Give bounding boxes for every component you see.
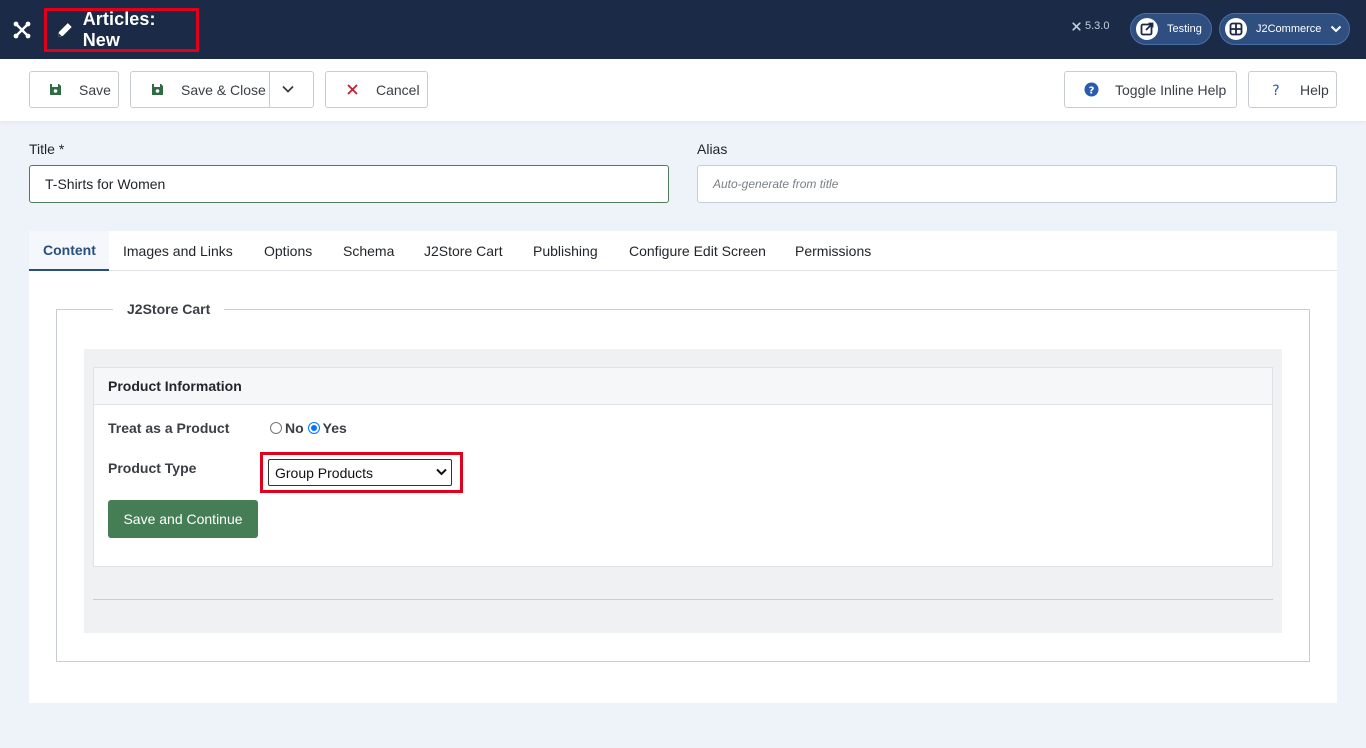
grid-icon: [1229, 22, 1243, 36]
save-close-button[interactable]: Save & Close: [130, 71, 314, 108]
floppy-icon: [151, 84, 163, 95]
product-type-label: Product Type: [108, 460, 197, 476]
treat-as-product-radios: No Yes: [270, 420, 347, 436]
pencil-icon: [57, 23, 72, 37]
tab-j2store-cart[interactable]: J2Store Cart: [424, 231, 503, 271]
site-label: Testing: [1167, 23, 1202, 35]
joomla-icon: [13, 21, 31, 38]
radio-no-label: No: [285, 420, 304, 436]
title-label: Title *: [29, 141, 65, 157]
floppy-icon: [49, 84, 61, 95]
chevron-down-icon: [1331, 25, 1342, 33]
top-header: Articles: New 5.3.0 Testing J2Commerce: [0, 0, 1366, 59]
alias-placeholder: Auto-generate from title: [713, 177, 839, 191]
version-label: 5.3.0: [1085, 20, 1110, 32]
radio-no[interactable]: [270, 422, 282, 434]
cancel-label: Cancel: [376, 81, 420, 98]
alias-input[interactable]: Auto-generate from title: [697, 165, 1337, 203]
title-value: T-Shirts for Women: [45, 176, 166, 192]
question-icon: ?: [1272, 83, 1279, 97]
user-menu-button[interactable]: J2Commerce: [1219, 13, 1350, 45]
svg-text:?: ?: [1088, 86, 1094, 97]
toggle-help-label: Toggle Inline Help: [1115, 81, 1227, 98]
fieldset-legend: J2Store Cart: [113, 301, 225, 317]
radio-yes[interactable]: [307, 422, 320, 434]
tab-bar: Content Images and Links Options Schema …: [29, 231, 1337, 271]
chevron-down-icon: [436, 468, 447, 476]
version-info: 5.3.0: [1071, 20, 1109, 32]
tab-options[interactable]: Options: [264, 231, 312, 271]
page-title: Articles: New: [82, 9, 156, 50]
help-button[interactable]: ? Help: [1248, 71, 1337, 108]
j2store-container: Product Information Treat as a Product N…: [84, 349, 1282, 633]
product-type-highlight: Group Products: [260, 452, 463, 493]
page-title-highlight: Articles: New: [44, 8, 199, 52]
save-dropdown-toggle[interactable]: [281, 82, 295, 99]
site-link-button[interactable]: Testing: [1130, 13, 1212, 45]
save-close-label: Save & Close: [181, 81, 266, 98]
question-circle-icon: ?: [1084, 82, 1098, 97]
divider: [93, 599, 1273, 600]
toolbar: Save Save & Close Cancel ? Toggle Inline…: [0, 59, 1366, 121]
tab-publishing[interactable]: Publishing: [533, 231, 598, 271]
cancel-button[interactable]: Cancel: [325, 71, 428, 108]
product-type-select[interactable]: Group Products: [268, 459, 452, 486]
save-and-continue-button[interactable]: Save and Continue: [108, 500, 258, 538]
alias-label: Alias: [697, 141, 728, 157]
help-label: Help: [1300, 81, 1329, 98]
save-label: Save: [79, 81, 111, 98]
joomla-small-icon: [1072, 21, 1081, 31]
tab-images-and-links[interactable]: Images and Links: [123, 231, 233, 271]
user-label: J2Commerce: [1256, 23, 1322, 35]
radio-yes-label: Yes: [322, 420, 347, 436]
title-input[interactable]: T-Shirts for Women: [29, 165, 669, 203]
save-button[interactable]: Save: [29, 71, 119, 108]
j2store-fieldset: J2Store Cart Product Information Treat a…: [56, 301, 1310, 662]
product-information-card: Product Information Treat as a Product N…: [93, 367, 1273, 567]
product-type-value: Group Products: [275, 464, 374, 481]
svg-text:?: ?: [1272, 83, 1279, 97]
tab-permissions[interactable]: Permissions: [795, 231, 871, 271]
card-title: Product Information: [94, 368, 1272, 405]
close-icon: [346, 84, 358, 95]
joomla-logo[interactable]: [0, 0, 44, 59]
tab-schema[interactable]: Schema: [343, 231, 394, 271]
tab-content[interactable]: Content: [29, 231, 109, 271]
toggle-inline-help-button[interactable]: ? Toggle Inline Help: [1064, 71, 1237, 108]
chevron-down-icon: [282, 85, 294, 93]
tabs-panel: Content Images and Links Options Schema …: [29, 231, 1337, 703]
tab-configure-edit-screen[interactable]: Configure Edit Screen: [629, 231, 766, 271]
external-link-icon: [1140, 22, 1154, 36]
treat-as-product-label: Treat as a Product: [108, 420, 230, 436]
